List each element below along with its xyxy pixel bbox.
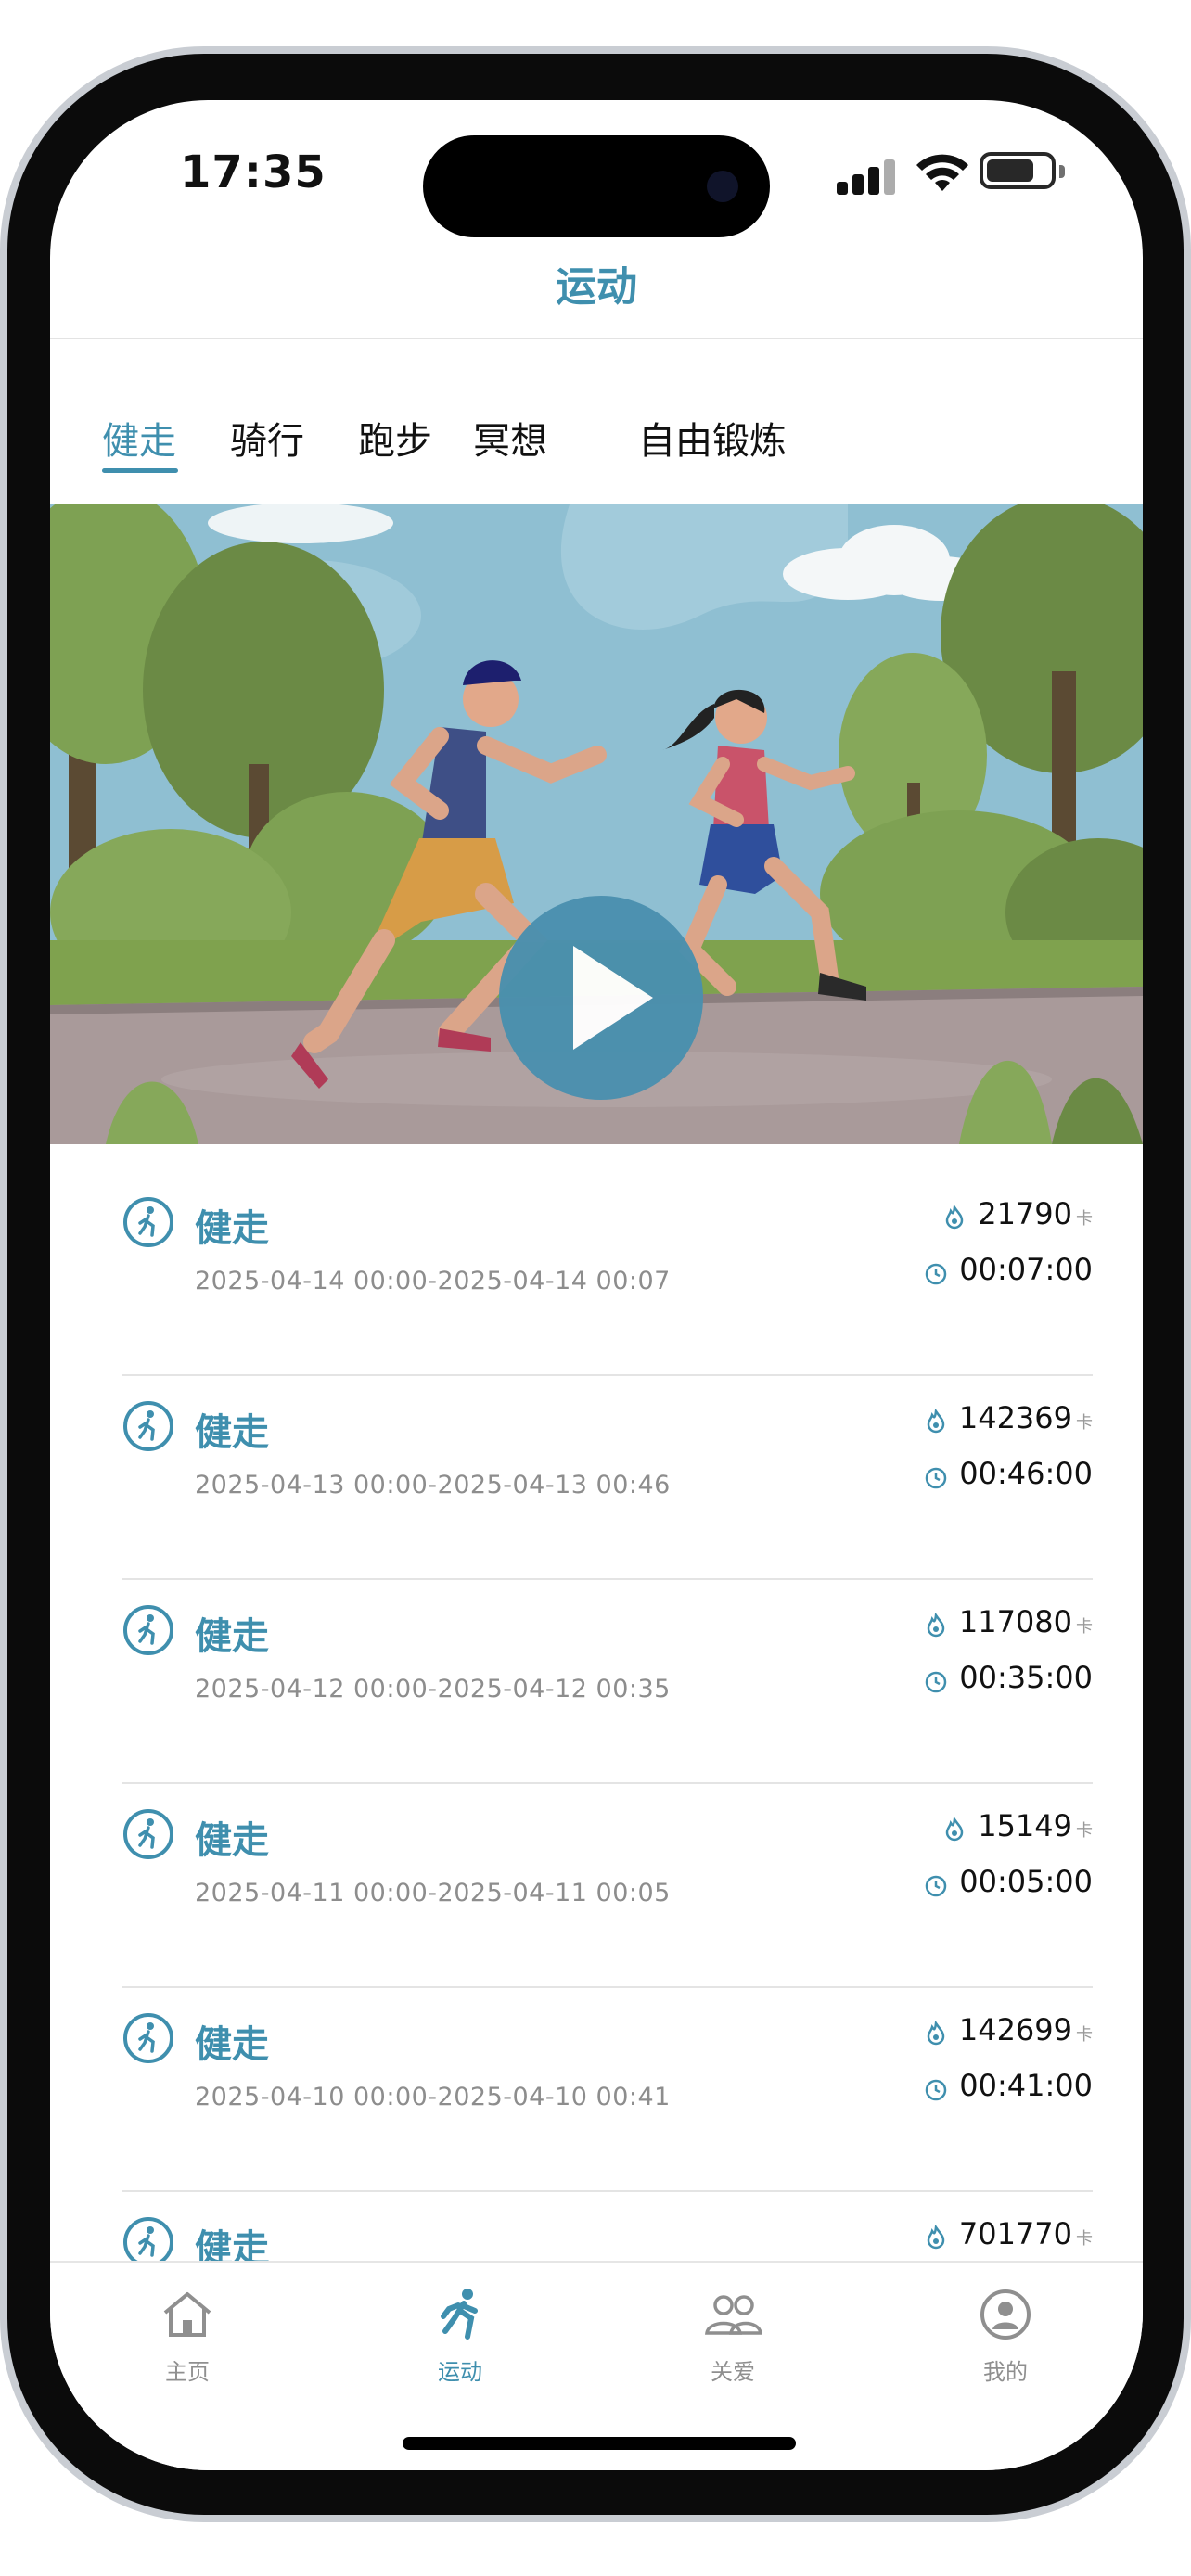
flame-icon	[927, 1613, 945, 1637]
list-item[interactable]: 健走 2025-04-11 00:00-2025-04-11 00:05 151…	[122, 1784, 1093, 1988]
clock-icon	[926, 1467, 947, 1488]
people-icon	[704, 2295, 762, 2335]
calories-value: 21790	[978, 1196, 1072, 1231]
screen: 17:35 运动 健走 骑行 跑步 冥想 自由锻炼 健走 2025-04-14 …	[50, 100, 1143, 2470]
record-time-range: 2025-04-10 00:00-2025-04-10 00:41	[195, 2083, 671, 2111]
home-icon	[163, 2292, 211, 2337]
record-title: 健走	[195, 1819, 269, 1862]
cellular-signal-icon	[837, 158, 902, 195]
flame-icon	[945, 1817, 964, 1841]
nav-divider	[50, 338, 1143, 339]
list-item[interactable]: 健走 2025-04-12 00:00-2025-04-12 00:35 117…	[122, 1580, 1093, 1784]
record-title: 健走	[195, 2023, 269, 2066]
home-indicator[interactable]	[403, 2437, 796, 2450]
calories-value: 701770	[958, 2216, 1072, 2251]
walking-icon	[123, 1197, 173, 1247]
calories-value: 142369	[958, 1400, 1072, 1435]
record-calories: 15149 卡	[942, 1808, 1093, 1849]
flame-icon	[927, 2225, 945, 2249]
calories-unit: 卡	[1076, 1617, 1093, 1637]
walking-icon	[123, 1605, 173, 1655]
clock-icon	[926, 2079, 947, 2100]
profile-icon	[980, 2289, 1031, 2340]
tabbar-label: 关爱	[711, 2359, 755, 2385]
record-calories: 117080 卡	[924, 1604, 1093, 1645]
status-bar: 17:35	[50, 100, 1143, 249]
dynamic-island	[423, 135, 770, 237]
wifi-icon	[916, 154, 968, 191]
play-button[interactable]	[499, 896, 703, 1100]
hero-video[interactable]	[50, 504, 1143, 1144]
battery-icon	[980, 152, 1056, 189]
calories-value: 142699	[958, 2012, 1072, 2047]
walking-icon	[123, 2013, 173, 2063]
calories-unit: 卡	[1076, 1821, 1093, 1841]
duration-value: 00:05:00	[959, 1864, 1093, 1899]
clock-icon	[926, 1671, 947, 1692]
tabbar-label: 运动	[438, 2359, 482, 2385]
record-calories: 142699 卡	[924, 2012, 1093, 2053]
tabbar-care[interactable]: 关爱	[649, 2285, 816, 2386]
record-calories: 142369 卡	[924, 1400, 1093, 1441]
record-title: 健走	[195, 1411, 269, 1454]
tab-cycling[interactable]: 骑行	[230, 411, 304, 465]
calories-unit: 卡	[1076, 1209, 1093, 1229]
duration-value: 00:35:00	[959, 1660, 1093, 1695]
walking-icon	[123, 1809, 173, 1859]
record-time-range: 2025-04-13 00:00-2025-04-13 00:46	[195, 1471, 671, 1499]
flame-icon	[945, 1205, 964, 1229]
clock-icon	[926, 1875, 947, 1896]
calories-unit: 卡	[1076, 2229, 1093, 2249]
front-camera	[707, 171, 738, 202]
list-item[interactable]: 健走 2025-04-10 00:00-2025-04-10 00:41 142…	[122, 1988, 1093, 2192]
record-title: 健走	[195, 1207, 269, 1250]
record-duration: 00:41:00	[924, 2068, 1093, 2104]
tab-meditation[interactable]: 冥想	[473, 411, 547, 465]
tabbar-mine[interactable]: 我的	[922, 2285, 1089, 2386]
tabbar-label: 主页	[165, 2359, 210, 2385]
record-time-range: 2025-04-14 00:00-2025-04-14 00:07	[195, 1267, 671, 1295]
status-time: 17:35	[180, 147, 327, 198]
page-title: 运动	[556, 263, 637, 311]
tabbar-sport[interactable]: 运动	[377, 2285, 544, 2386]
flame-icon	[927, 2021, 945, 2045]
record-duration: 00:07:00	[924, 1252, 1093, 1288]
runner-icon	[441, 2289, 478, 2340]
record-calories: 21790 卡	[942, 1196, 1093, 1237]
tabbar-label: 我的	[983, 2359, 1028, 2385]
battery-cap	[1059, 165, 1065, 178]
duration-value: 00:46:00	[959, 1456, 1093, 1491]
record-calories: 701770 卡	[924, 2216, 1093, 2257]
clock-icon	[926, 1263, 947, 1284]
record-title: 健走	[195, 1615, 269, 1658]
phone-frame: 17:35 运动 健走 骑行 跑步 冥想 自由锻炼 健走 2025-04-14 …	[0, 0, 1191, 2576]
list-item[interactable]: 健走 2025-04-14 00:00-2025-04-14 00:07 217…	[122, 1172, 1093, 1376]
flame-icon	[927, 1409, 945, 1433]
calories-unit: 卡	[1076, 1413, 1093, 1433]
duration-value: 00:41:00	[959, 2068, 1093, 2103]
tab-running[interactable]: 跑步	[358, 411, 432, 465]
record-duration: 00:46:00	[924, 1456, 1093, 1492]
walking-icon	[123, 1401, 173, 1451]
active-tab-indicator	[102, 468, 178, 473]
tabbar-home[interactable]: 主页	[104, 2285, 271, 2386]
duration-value: 00:07:00	[959, 1252, 1093, 1287]
tab-walk[interactable]: 健走	[102, 411, 176, 465]
record-time-range: 2025-04-12 00:00-2025-04-12 00:35	[195, 1675, 671, 1703]
record-duration: 00:05:00	[924, 1864, 1093, 1900]
calories-unit: 卡	[1076, 2025, 1093, 2045]
tab-free-workout[interactable]: 自由锻炼	[638, 411, 787, 465]
calories-value: 117080	[958, 1604, 1072, 1639]
list-item[interactable]: 健走 2025-04-13 00:00-2025-04-13 00:46 142…	[122, 1376, 1093, 1580]
play-icon	[573, 946, 653, 1050]
record-time-range: 2025-04-11 00:00-2025-04-11 00:05	[195, 1879, 671, 1907]
calories-value: 15149	[978, 1808, 1072, 1843]
record-duration: 00:35:00	[924, 1660, 1093, 1696]
